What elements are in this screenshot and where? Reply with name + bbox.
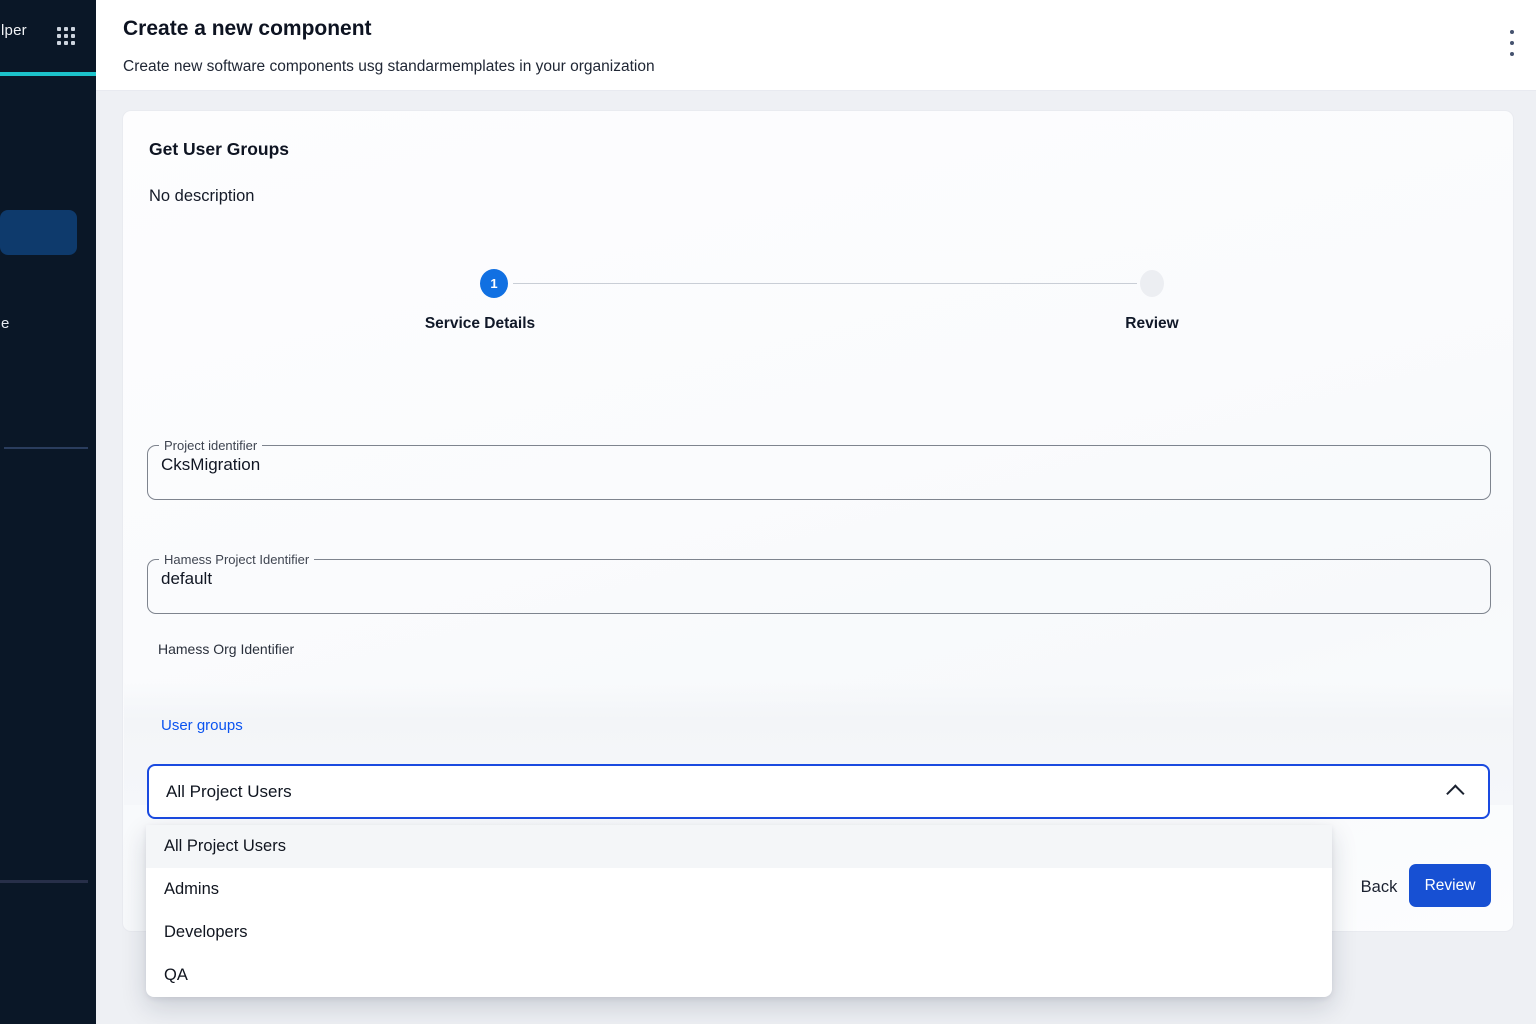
dropdown-option-admins[interactable]: Admins xyxy=(146,868,1332,911)
user-groups-link[interactable]: User groups xyxy=(161,717,243,734)
review-button[interactable]: Review xyxy=(1409,864,1491,907)
hamess-org-identifier-label: Hamess Org Identifier xyxy=(158,641,294,657)
page-title: Create a new component xyxy=(123,17,372,41)
hamess-project-identifier-input[interactable] xyxy=(148,567,1490,601)
sidebar-divider xyxy=(4,447,88,449)
dropdown-option-all-project-users[interactable]: All Project Users xyxy=(146,825,1332,868)
hamess-project-identifier-label: Hamess Project Identifier xyxy=(159,552,314,567)
user-groups-dropdown: All Project Users Admins Developers QA xyxy=(146,825,1332,997)
stepper-step-inactive[interactable] xyxy=(1140,270,1164,297)
stepper-label-review: Review xyxy=(1052,315,1252,333)
dropdown-option-qa[interactable]: QA xyxy=(146,954,1332,997)
card-title: Get User Groups xyxy=(149,139,289,160)
card-description: No description xyxy=(149,187,254,206)
page-subtitle: Create new software components usg stand… xyxy=(123,58,655,76)
project-identifier-field: Project identifier xyxy=(147,438,1491,500)
stepper-connector-line xyxy=(513,283,1137,284)
component-form-card: Get User Groups No description 1 Service… xyxy=(122,110,1514,932)
sidebar: lper e xyxy=(0,0,96,1024)
chevron-up-icon xyxy=(1446,784,1464,802)
stepper-step-active[interactable]: 1 xyxy=(480,269,508,298)
stepper-label-service-details: Service Details xyxy=(380,315,580,333)
sidebar-item-selected[interactable] xyxy=(0,210,77,255)
user-groups-select[interactable]: All Project Users xyxy=(147,764,1490,819)
kebab-menu-icon[interactable] xyxy=(1500,28,1524,58)
hamess-project-identifier-field: Hamess Project Identifier xyxy=(147,552,1491,614)
dropdown-option-developers[interactable]: Developers xyxy=(146,911,1332,954)
project-identifier-label: Project identifier xyxy=(159,438,262,453)
sidebar-item-label[interactable]: e xyxy=(1,315,9,332)
apps-grid-icon[interactable] xyxy=(57,27,75,45)
back-button[interactable]: Back xyxy=(1349,871,1409,903)
page-header: Create a new component Create new softwa… xyxy=(96,0,1536,91)
project-identifier-input[interactable] xyxy=(148,453,1490,487)
sidebar-divider xyxy=(0,880,88,883)
stepper-step-number: 1 xyxy=(490,276,497,291)
brand-text: lper xyxy=(1,22,27,39)
sidebar-accent-line xyxy=(0,72,96,76)
user-groups-select-value: All Project Users xyxy=(166,782,292,802)
